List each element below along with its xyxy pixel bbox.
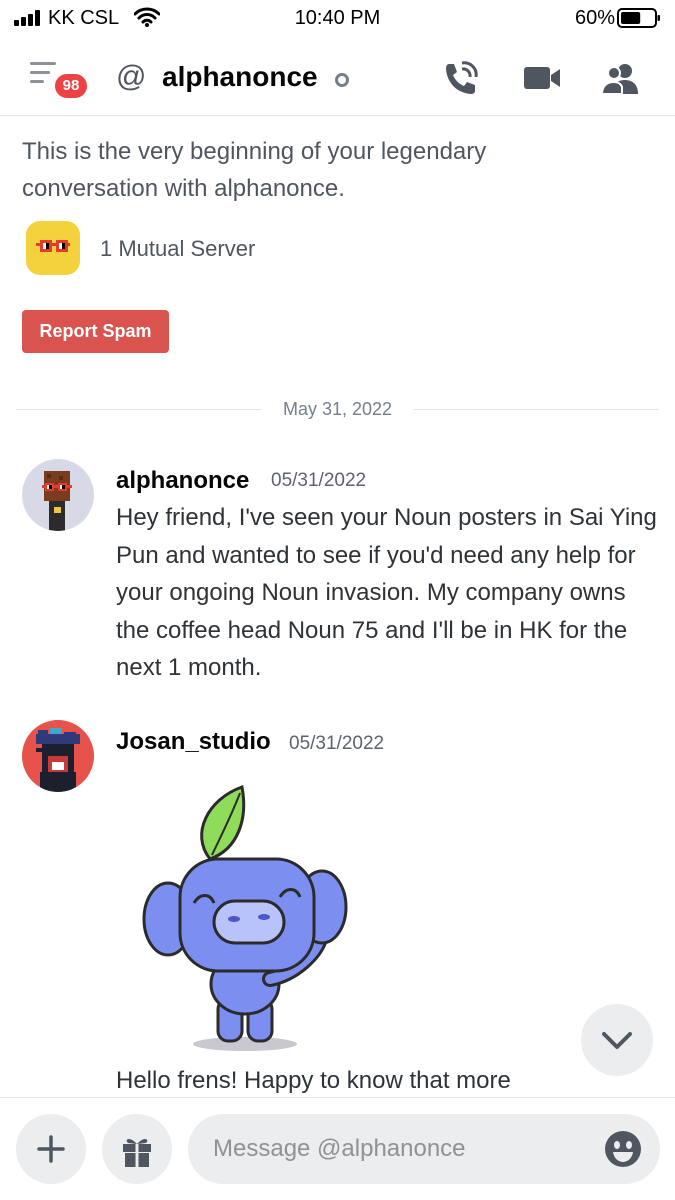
- members-icon[interactable]: [600, 60, 640, 96]
- emoji-icon[interactable]: [604, 1130, 642, 1168]
- server-icon: [26, 221, 80, 275]
- date-divider-label: May 31, 2022: [282, 399, 393, 419]
- channel-title: alphanonce: [162, 61, 318, 92]
- gift-button[interactable]: [102, 1114, 172, 1184]
- plus-icon: [37, 1135, 65, 1163]
- call-icon[interactable]: [440, 60, 480, 96]
- message-input[interactable]: [188, 1114, 660, 1184]
- avatar[interactable]: [22, 459, 94, 531]
- unread-badge: 98: [52, 71, 90, 101]
- chevron-down-icon: [602, 1032, 632, 1049]
- message-timestamp: 05/31/2022: [271, 470, 367, 491]
- at-icon: @: [116, 60, 147, 93]
- clock: 10:40 PM: [294, 7, 381, 29]
- message-text: Hello frens! Happy to know that more: [116, 1067, 511, 1094]
- message-list[interactable]: This is the very beginning of your legen…: [0, 117, 675, 1097]
- channel-header: 98 @ alphanonce: [0, 42, 675, 116]
- battery-percent: 60%: [574, 7, 615, 29]
- date-divider: May 31, 2022: [16, 397, 659, 421]
- video-icon[interactable]: [522, 60, 562, 96]
- report-spam-button[interactable]: Report Spam: [22, 310, 169, 353]
- status-bar: KK CSL 10:40 PM 60%: [0, 0, 675, 38]
- message-author[interactable]: Josan_studio: [116, 728, 271, 756]
- message-timestamp: 05/31/2022: [289, 733, 385, 754]
- avatar[interactable]: [22, 720, 94, 792]
- message-composer: [0, 1097, 675, 1200]
- jump-to-present-button[interactable]: [581, 1004, 653, 1076]
- battery-icon: [617, 8, 660, 28]
- conversation-intro: This is the very beginning of your legen…: [22, 138, 487, 202]
- add-attachment-button[interactable]: [16, 1114, 86, 1184]
- wumpus-sticker[interactable]: [130, 779, 360, 1059]
- message-author[interactable]: alphanonce: [116, 467, 249, 495]
- offline-status-icon: [335, 73, 349, 87]
- gift-icon: [123, 1138, 151, 1167]
- message-text: Hey friend, I've seen your Noun posters …: [116, 504, 657, 681]
- mutual-servers-label: 1 Mutual Server: [100, 236, 256, 261]
